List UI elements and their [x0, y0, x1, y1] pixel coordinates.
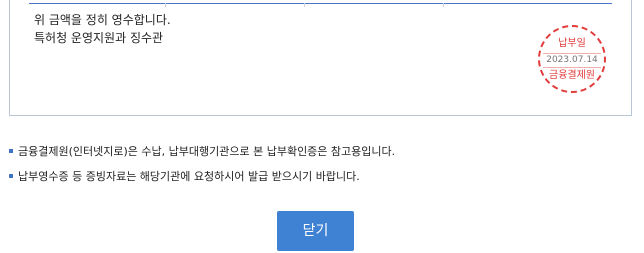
stamp-date: 2023.07.14 — [543, 53, 601, 68]
notice-text: 금융결제원(인터넷지로)은 수납, 납부대행기관으로 본 납부확인증은 참고용입… — [18, 145, 396, 158]
notice-text: 납부영수증 등 증빙자료는 해당기관에 요청하시어 발급 받으시기 바랍니다. — [18, 170, 360, 183]
column-divider — [165, 3, 166, 7]
stamp-title: 납부일 — [558, 38, 586, 49]
receipt-dialog: 위 금액을 정히 영수합니다. 특허청 운영지원과 징수관 납부일 2023.0… — [0, 0, 644, 253]
stamp-issuer: 금융결제원 — [549, 70, 595, 81]
column-divider — [304, 3, 305, 7]
notice-item: 금융결제원(인터넷지로)은 수납, 납부대행기관으로 본 납부확인증은 참고용입… — [9, 145, 395, 158]
notice-item: 납부영수증 등 증빙자료는 해당기관에 요청하시어 발급 받으시기 바랍니다. — [9, 170, 360, 183]
bullet-icon — [9, 174, 13, 178]
receipt-confirmation-text: 위 금액을 정히 영수합니다. — [34, 13, 171, 27]
receipt-top-divider — [29, 3, 612, 7]
receipt-panel: 위 금액을 정히 영수합니다. 특허청 운영지원과 징수관 납부일 2023.0… — [9, 0, 632, 116]
payment-stamp: 납부일 2023.07.14 금융결제원 — [538, 25, 606, 93]
bullet-icon — [9, 149, 13, 153]
receipt-collector-text: 특허청 운영지원과 징수관 — [34, 31, 164, 45]
close-button[interactable]: 닫기 — [277, 211, 354, 251]
column-divider — [443, 3, 444, 7]
